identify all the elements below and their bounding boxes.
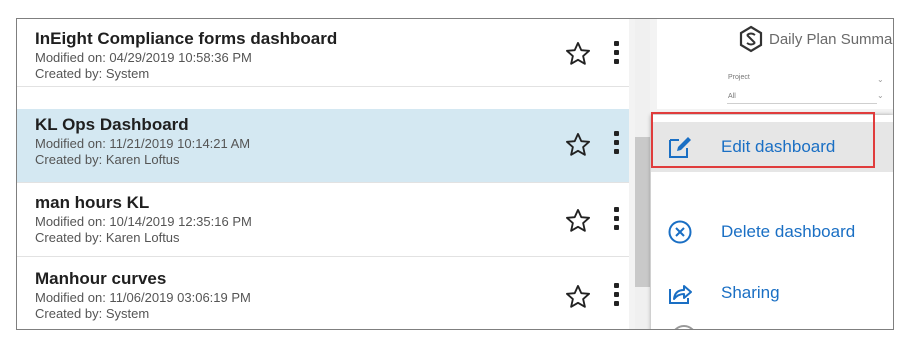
preview-divider [727, 103, 877, 104]
dashboard-title: man hours KL [35, 193, 150, 212]
dashboard-modified: Modified on: 10/14/2019 12:35:16 PM [35, 214, 252, 229]
edit-dashboard-menu-item[interactable]: Edit dashboard [651, 122, 893, 172]
dashboard-list-panel: InEight Compliance forms dashboard Modif… [16, 18, 894, 330]
dashboard-row[interactable]: man hours KL Modified on: 10/14/2019 12:… [17, 183, 629, 257]
dashboard-row-selected[interactable]: KL Ops Dashboard Modified on: 11/21/2019… [17, 109, 629, 183]
dashboard-row[interactable]: Manhour curves Modified on: 11/06/2019 0… [17, 257, 629, 329]
dashboard-title: KL Ops Dashboard [35, 115, 189, 134]
more-options-icon[interactable] [611, 281, 623, 309]
dashboard-created: Created by: Karen Loftus [35, 152, 180, 167]
edit-dashboard-label: Edit dashboard [721, 137, 836, 156]
chevron-down-icon: ⌄ [877, 75, 884, 84]
dashboard-title: Manhour curves [35, 269, 167, 288]
favorite-star-icon[interactable] [564, 131, 592, 159]
dashboard-preview: Daily Plan Summary - Project All ⌄ ⌄ [657, 19, 893, 109]
dashboard-modified: Modified on: 11/21/2019 10:14:21 AM [35, 136, 251, 151]
sharing-label: Sharing [721, 283, 780, 302]
delete-circle-x-icon [668, 220, 692, 244]
preview-title: Daily Plan Summary - [769, 31, 893, 48]
share-icon [669, 285, 692, 304]
favorite-star-icon[interactable] [564, 40, 592, 68]
dashboard-created: Created by: System [35, 306, 150, 321]
more-options-icon[interactable] [611, 129, 623, 157]
dashboard-modified: Modified on: 11/06/2019 03:06:19 PM [35, 290, 251, 305]
chevron-down-icon: ⌄ [877, 91, 884, 100]
dashboard-created: Created by: System [35, 66, 150, 81]
more-options-icon[interactable] [611, 205, 623, 233]
preview-project-value: All [728, 93, 736, 100]
dashboard-list: InEight Compliance forms dashboard Modif… [17, 19, 629, 329]
dashboard-row[interactable]: InEight Compliance forms dashboard Modif… [17, 19, 629, 87]
preview-project-label: Project [728, 74, 750, 81]
delete-dashboard-label: Delete dashboard [721, 222, 856, 241]
delete-dashboard-menu-item[interactable]: Delete dashboard [651, 207, 893, 257]
sharing-menu-item[interactable]: Sharing [651, 268, 893, 318]
partially-visible-menu-icon [671, 325, 697, 329]
edit-icon [669, 137, 691, 158]
favorite-star-icon[interactable] [564, 283, 592, 311]
favorite-star-icon[interactable] [564, 207, 592, 235]
scrollbar-thumb[interactable] [635, 137, 650, 287]
dashboard-title: InEight Compliance forms dashboard [35, 29, 338, 48]
dashboard-modified: Modified on: 04/29/2019 10:58:36 PM [35, 50, 252, 65]
dashboard-context-menu: Edit dashboard Delete dashboard Sharing [651, 115, 893, 329]
dashboard-created: Created by: Karen Loftus [35, 230, 180, 245]
ineight-logo-icon [739, 25, 763, 53]
more-options-icon[interactable] [611, 39, 623, 67]
